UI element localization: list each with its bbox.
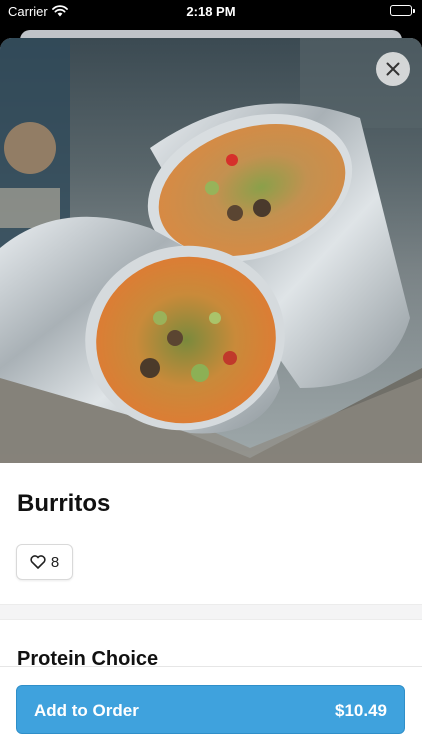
- clock: 2:18 PM: [186, 4, 236, 19]
- item-detail-sheet: Burritos 8 Protein Choice Add to Order $…: [0, 38, 422, 750]
- close-icon: [386, 62, 400, 76]
- like-button[interactable]: 8: [16, 544, 73, 580]
- burrito-photo: [0, 38, 422, 463]
- battery-icon: [390, 5, 415, 16]
- close-button[interactable]: [376, 52, 410, 86]
- heart-icon: [30, 555, 46, 569]
- add-to-order-button[interactable]: Add to Order $10.49: [16, 685, 405, 734]
- status-bar: Carrier 2:18 PM: [0, 0, 422, 24]
- section-divider: [0, 604, 422, 620]
- item-title: Burritos: [17, 490, 111, 517]
- add-to-order-label: Add to Order: [34, 701, 139, 720]
- order-bar: Add to Order $10.49: [0, 666, 422, 750]
- order-price: $10.49: [335, 701, 387, 720]
- like-count: 8: [50, 553, 60, 571]
